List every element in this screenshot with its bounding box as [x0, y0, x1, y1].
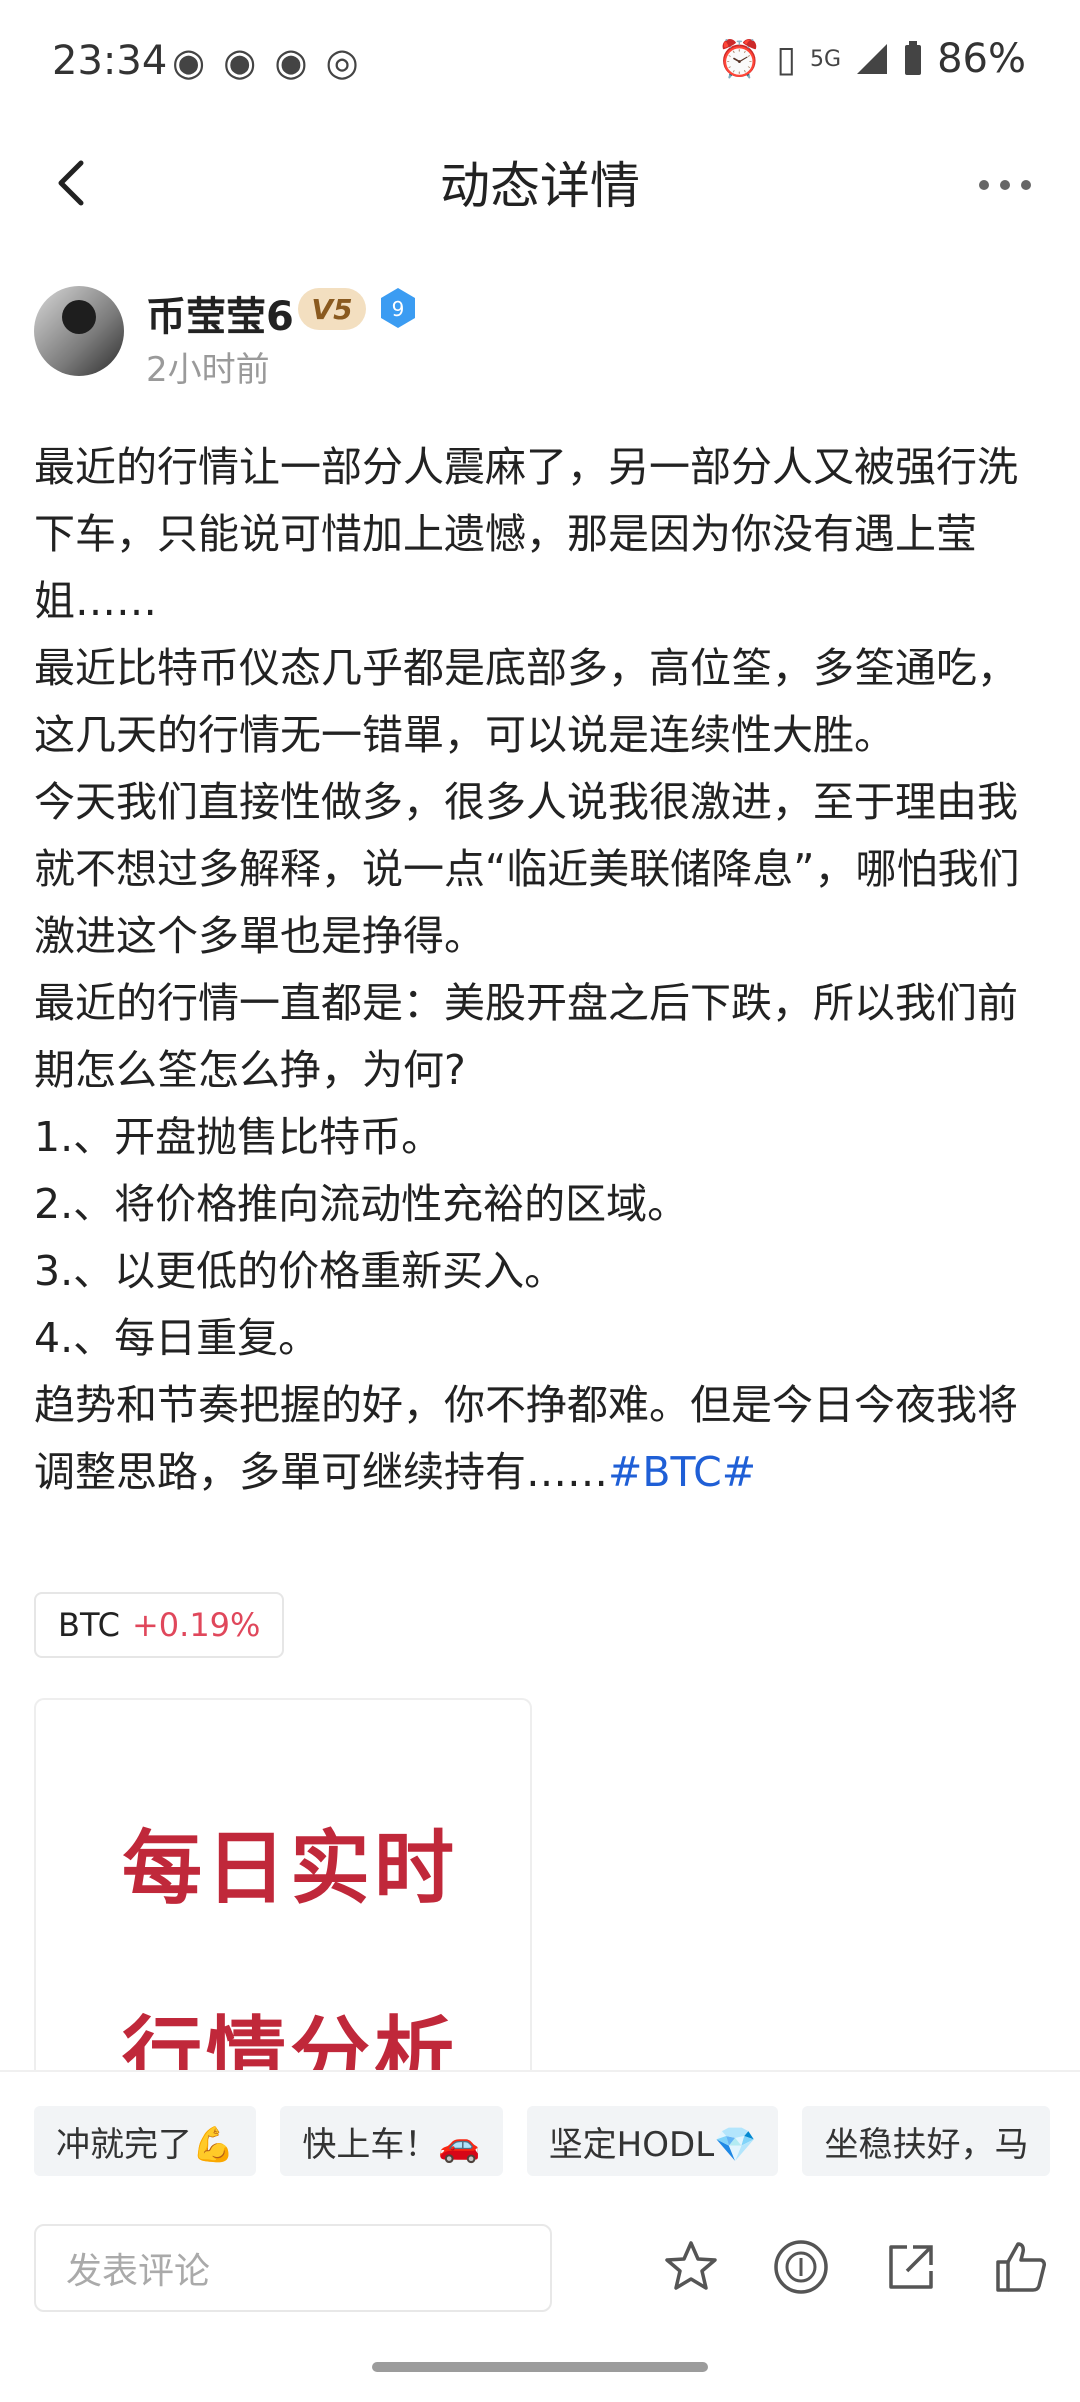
quick-reply-chip[interactable]: 快上车！🚗 — [280, 2106, 503, 2176]
battery-icon — [905, 41, 922, 75]
tip-button[interactable] — [766, 2232, 836, 2302]
favorite-button[interactable] — [656, 2232, 726, 2302]
post-paragraph: 1.、开盘抛售比特币。 — [34, 1113, 443, 1161]
bottom-bar: 冲就完了💪 快上车！🚗 坚定HODL💎 坐稳扶好，马 发表评论 — [0, 2070, 1080, 2402]
status-app-icons: ◉ ◉ ◉ ◎ — [172, 38, 359, 86]
post-paragraph: 今天我们直接性做多，很多人说我很激进，至于理由我就不想过多解释，说一点“临近美联… — [34, 778, 1020, 960]
like-icon — [996, 2242, 1046, 2292]
post-paragraph: 4.、每日重复。 — [34, 1314, 320, 1362]
coin-name: BTC — [58, 1606, 120, 1644]
star-icon — [665, 2241, 717, 2290]
post-time: 2小时前 — [146, 350, 270, 390]
post-image[interactable]: 每日实时 行情分析 — [34, 1698, 532, 2080]
coin-change: +0.19% — [131, 1606, 261, 1644]
quick-reply-chip[interactable]: 冲就完了💪 — [34, 2106, 257, 2176]
signal-icon — [857, 44, 888, 74]
author-row: 币莹莹6 V5 9 2小时前 — [34, 280, 1044, 390]
post-body: 最近的行情让一部分人震麻了，另一部分人又被强行洗下车，只能说可惜加上遗憾，那是因… — [34, 434, 1054, 1506]
weibo-icon: ◉ — [223, 40, 257, 84]
post-paragraph-last: 趋势和节奏把握的好，你不挣都难。但是今日今夜我将调整思路，多單可继续持有……#B… — [34, 1372, 1054, 1506]
coin-tag[interactable]: BTC +0.19% — [34, 1592, 285, 1658]
post-paragraph: 2.、将价格推向流动性充裕的区域。 — [34, 1180, 689, 1228]
quick-reply-chip[interactable]: 坚定HODL💎 — [526, 2106, 779, 2176]
status-indicators: ⏰ ▯ 5G 86% — [717, 36, 1026, 82]
more-button[interactable] — [970, 156, 1040, 206]
top-nav: 动态详情 — [0, 126, 1080, 236]
post-paragraph: 最近比特币仪态几乎都是底部多，高位筌，多筌通吃，这几天的行情无一错單，可以说是连… — [34, 644, 1018, 759]
tip-icon — [774, 2240, 828, 2294]
post-paragraph: 最近的行情让一部分人震麻了，另一部分人又被强行洗下车，只能说可惜加上遗憾，那是因… — [34, 443, 1018, 625]
alarm-icon: ⏰ — [717, 39, 763, 80]
quick-reply-chip[interactable]: 坐稳扶好，马 — [802, 2106, 1051, 2176]
share-button[interactable] — [876, 2232, 946, 2302]
weibo-icon: ◉ — [274, 40, 308, 84]
share-icon — [889, 2245, 933, 2289]
image-text-line2: 行情分析 — [122, 2008, 458, 2080]
post-paragraph: 最近的行情一直都是：美股开盘之后下跌，所以我们前期怎么筌怎么挣，为何? — [34, 979, 1018, 1094]
post-paragraph-text: 趋势和节奏把握的好，你不挣都难。但是今日今夜我将调整思路，多單可继续持有…… — [34, 1381, 1018, 1496]
vibrate-icon: ▯ — [776, 38, 797, 80]
action-buttons — [656, 2232, 1056, 2302]
status-time: 23:34 — [52, 38, 168, 84]
home-indicator[interactable] — [372, 2362, 708, 2372]
weibo-icon: ◉ — [172, 40, 206, 84]
hashtag-link[interactable]: #BTC# — [608, 1448, 756, 1496]
post-paragraph: 3.、以更低的价格重新买入。 — [34, 1247, 566, 1295]
like-button[interactable] — [986, 2232, 1056, 2302]
avatar[interactable] — [34, 286, 124, 376]
5g-icon: 5G — [810, 46, 842, 72]
level-badge-icon: 9 — [381, 288, 415, 328]
image-text-line1: 每日实时 — [122, 1822, 458, 1915]
comment-input[interactable]: 发表评论 — [34, 2224, 552, 2312]
author-name[interactable]: 币莹莹6 — [146, 284, 294, 342]
more-icon — [979, 180, 1031, 190]
page-title: 动态详情 — [440, 157, 640, 215]
camera-icon: ◎ — [325, 40, 359, 84]
quick-replies: 冲就完了💪 快上车！🚗 坚定HODL💎 坐稳扶好，马 — [34, 2106, 1051, 2176]
level-badge-number: 9 — [392, 297, 405, 321]
battery-percent: 86% — [937, 36, 1026, 82]
vip-badge: V5 — [298, 288, 366, 330]
status-bar: 23:34 ◉ ◉ ◉ ◎ ⏰ ▯ 5G 86% — [0, 0, 1080, 126]
